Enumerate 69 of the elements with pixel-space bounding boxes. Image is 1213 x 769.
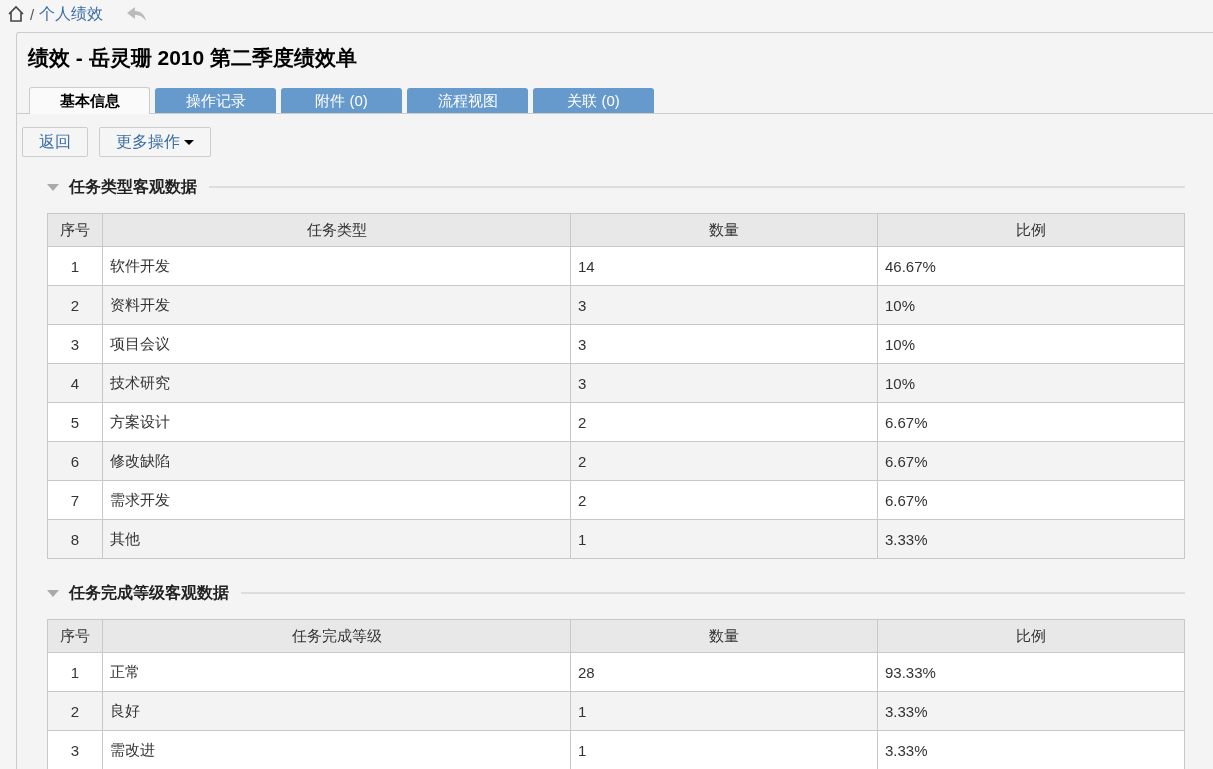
breadcrumb-separator: /: [30, 5, 35, 23]
table-cell: 4: [47, 363, 103, 403]
table-cell: 需求开发: [102, 480, 571, 520]
table-cell: 8: [47, 519, 103, 559]
table-cell: 其他: [102, 519, 571, 559]
table-cell: 2: [47, 691, 103, 731]
section-title: 任务完成等级客观数据: [69, 582, 229, 603]
table-cell: 10%: [877, 285, 1185, 325]
tab[interactable]: 基本信息: [29, 87, 150, 114]
table-cell: 资料开发: [102, 285, 571, 325]
table-cell: 3: [47, 324, 103, 364]
table-cell: 2: [570, 441, 878, 481]
table-cell: 5: [47, 402, 103, 442]
table-cell: 93.33%: [877, 652, 1185, 692]
table-cell: 14: [570, 246, 878, 286]
table-cell: 项目会议: [102, 324, 571, 364]
back-button[interactable]: 返回: [22, 127, 88, 157]
table-cell: 1: [47, 246, 103, 286]
tab[interactable]: 流程视图: [407, 88, 528, 113]
column-header: 任务类型: [102, 213, 571, 247]
column-header: 序号: [47, 213, 103, 247]
table-cell: 2: [570, 480, 878, 520]
tab[interactable]: 操作记录: [155, 88, 276, 113]
table-cell: 28: [570, 652, 878, 692]
home-icon[interactable]: [7, 5, 25, 23]
back-arrow-icon[interactable]: [126, 5, 149, 23]
table-cell: 46.67%: [877, 246, 1185, 286]
table-cell: 软件开发: [102, 246, 571, 286]
tab[interactable]: 关联 (0): [533, 88, 654, 113]
table-cell: 技术研究: [102, 363, 571, 403]
table-cell: 1: [47, 652, 103, 692]
table-cell: 3.33%: [877, 691, 1185, 731]
table-cell: 正常: [102, 652, 571, 692]
table-cell: 7: [47, 480, 103, 520]
column-header: 任务完成等级: [102, 619, 571, 653]
table-cell: 6.67%: [877, 402, 1185, 442]
table-cell: 3: [570, 363, 878, 403]
table-cell: 6.67%: [877, 480, 1185, 520]
more-actions-dropdown[interactable]: 更多操作: [99, 127, 211, 157]
table-cell: 良好: [102, 691, 571, 731]
table-cell: 1: [570, 730, 878, 769]
table-cell: 需改进: [102, 730, 571, 769]
page-title: 绩效 - 岳灵珊 2010 第二季度绩效单: [27, 45, 359, 71]
collapse-toggle-icon[interactable]: [47, 589, 59, 597]
column-header: 序号: [47, 619, 103, 653]
column-header: 数量: [570, 213, 878, 247]
column-header: 比例: [877, 619, 1185, 653]
table-cell: 3: [47, 730, 103, 769]
table-cell: 1: [570, 519, 878, 559]
collapse-toggle-icon[interactable]: [47, 183, 59, 191]
table-cell: 3: [570, 285, 878, 325]
caret-icon: [184, 139, 194, 145]
table-cell: 10%: [877, 363, 1185, 403]
table-cell: 3.33%: [877, 519, 1185, 559]
table-cell: 3.33%: [877, 730, 1185, 769]
table-cell: 1: [570, 691, 878, 731]
column-header: 比例: [877, 213, 1185, 247]
table-cell: 6.67%: [877, 441, 1185, 481]
breadcrumb-link[interactable]: 个人绩效: [39, 3, 104, 25]
table-cell: 6: [47, 441, 103, 481]
table-cell: 修改缺陷: [102, 441, 571, 481]
section-title: 任务类型客观数据: [69, 176, 197, 197]
table-cell: 2: [47, 285, 103, 325]
table-cell: 10%: [877, 324, 1185, 364]
table-cell: 2: [570, 402, 878, 442]
table-cell: 3: [570, 324, 878, 364]
column-header: 数量: [570, 619, 878, 653]
tab[interactable]: 附件 (0): [281, 88, 402, 113]
table-cell: 方案设计: [102, 402, 571, 442]
